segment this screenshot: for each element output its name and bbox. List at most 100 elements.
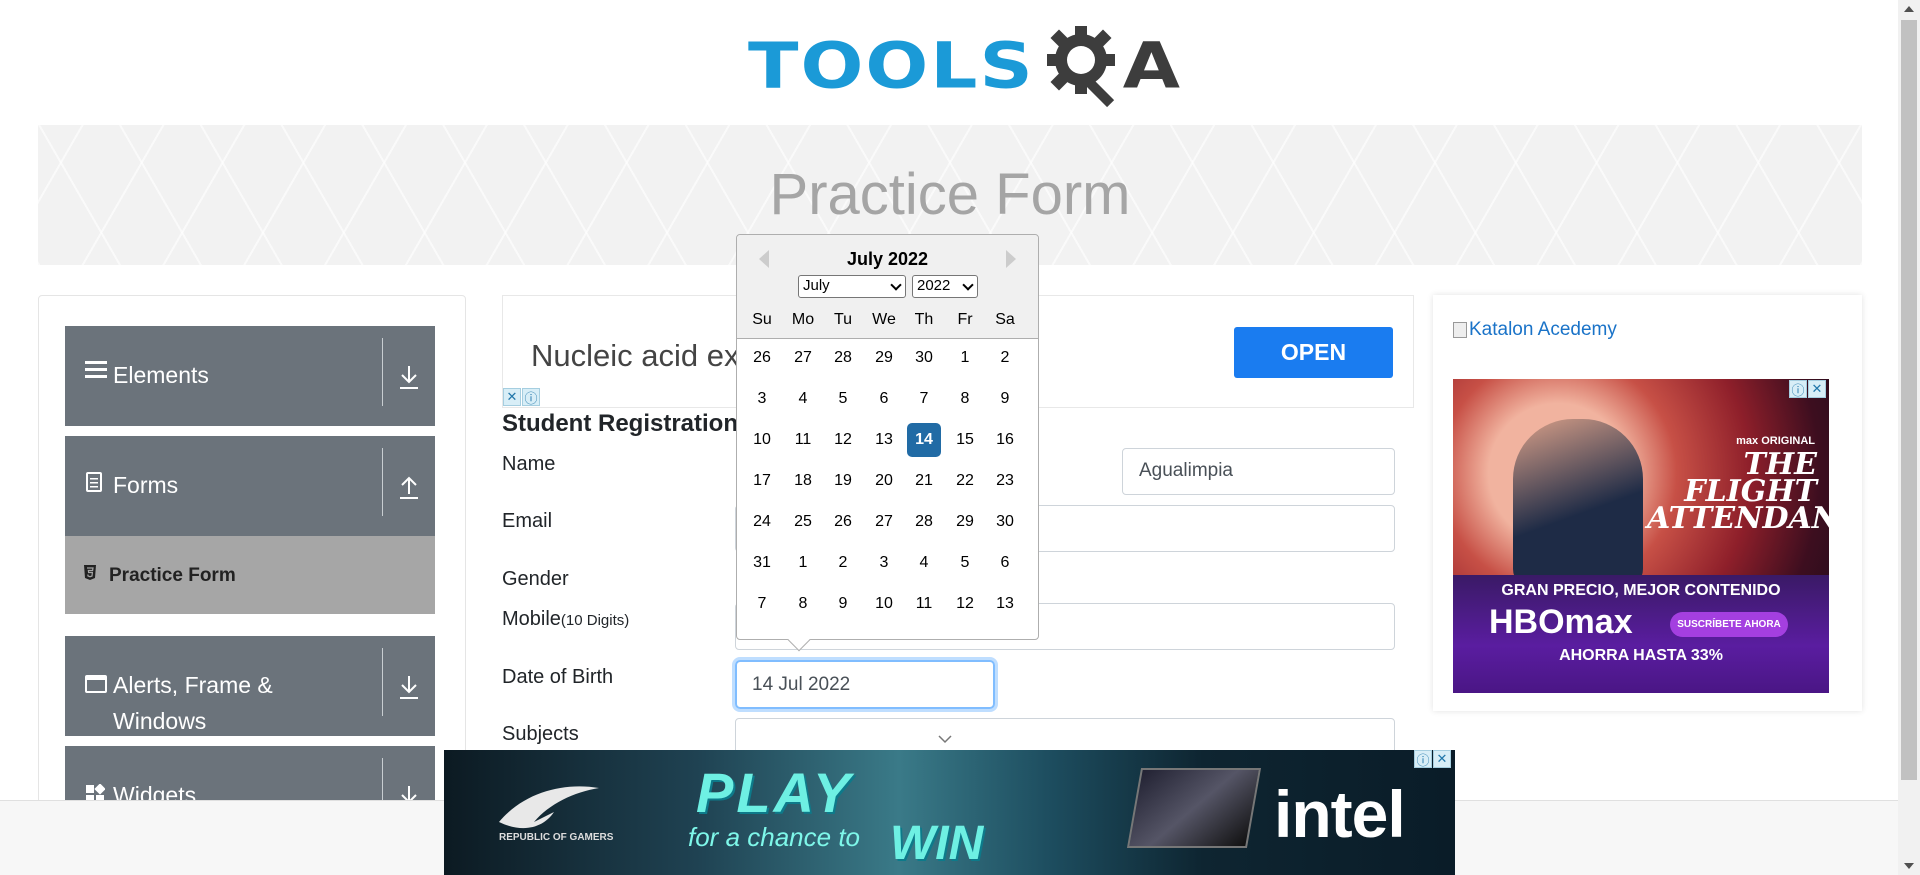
ad-info-icon[interactable]: ⓘ — [1414, 750, 1432, 768]
download-arrow-icon[interactable] — [391, 360, 427, 396]
calendar-day[interactable]: 26 — [826, 505, 860, 539]
last-name-input[interactable]: Agualimpia — [1122, 448, 1395, 495]
hbomax-ad-image[interactable]: max ORIGINAL THE FLIGHT ATTENDANT GRAN P… — [1453, 379, 1829, 693]
page: TOOLS A Practice Form Elements Forms Pra… — [0, 0, 1920, 875]
sidebar-group-alerts[interactable]: Alerts, Frame & Windows — [65, 636, 435, 736]
calendar-day[interactable]: 4 — [907, 546, 941, 580]
name-label: Name — [502, 453, 556, 475]
ad-line-2: AHORRA HASTA 33% — [1559, 647, 1723, 664]
sidebar-item-practice-form[interactable]: Practice Form — [65, 536, 435, 614]
calendar-day[interactable]: 28 — [826, 341, 860, 375]
ad-info-icon[interactable]: ⓘ — [1789, 380, 1807, 398]
calendar-day[interactable]: 29 — [867, 341, 901, 375]
calendar-day[interactable]: 24 — [745, 505, 779, 539]
right-ad[interactable]: Katalon Acedemy max ORIGINAL THE FLIGHT … — [1433, 295, 1862, 711]
calendar-day[interactable]: 29 — [948, 505, 982, 539]
calendar-day[interactable]: 27 — [867, 505, 901, 539]
calendar-day[interactable]: 30 — [988, 505, 1022, 539]
sidebar-group-label: Elements — [113, 362, 209, 388]
calendar-day[interactable]: 7 — [907, 382, 941, 416]
hamburger-icon — [85, 359, 107, 385]
ad-choices[interactable]: ⓘ ✕ — [1789, 380, 1826, 398]
calendar-day[interactable]: 22 — [948, 464, 982, 498]
scroll-up-arrow-icon[interactable] — [1904, 6, 1914, 12]
ad-win-text: WIN — [890, 817, 984, 870]
chevron-down-icon[interactable] — [936, 730, 954, 748]
calendar-day[interactable]: 6 — [988, 546, 1022, 580]
calendar-day[interactable]: 9 — [826, 587, 860, 621]
ad-person-figure — [1513, 419, 1643, 589]
calendar-day[interactable]: 12 — [826, 423, 860, 457]
calendar-day[interactable]: 17 — [745, 464, 779, 498]
calendar-day[interactable]: 10 — [867, 587, 901, 621]
divider — [382, 338, 383, 406]
next-month-button[interactable] — [1006, 250, 1016, 268]
calendar-day[interactable]: 13 — [988, 587, 1022, 621]
calendar-day[interactable]: 9 — [988, 382, 1022, 416]
calendar-day[interactable]: 7 — [745, 587, 779, 621]
mobile-label-text: Mobile — [502, 608, 561, 630]
scroll-down-arrow-icon[interactable] — [1904, 863, 1914, 869]
month-select-value: July — [803, 277, 830, 294]
calendar-day[interactable]: 5 — [948, 546, 982, 580]
weekday-label: We — [872, 311, 896, 328]
calendar-day[interactable]: 8 — [948, 382, 982, 416]
ad-open-button[interactable]: OPEN — [1234, 327, 1393, 378]
calendar-day[interactable]: 2 — [826, 546, 860, 580]
year-select[interactable]: 2022 — [912, 275, 978, 298]
toolsqa-logo[interactable]: TOOLS A — [748, 18, 1180, 114]
ad-cta-button[interactable]: SUSCRÍBETE AHORA — [1670, 612, 1788, 637]
calendar-day[interactable]: 15 — [948, 423, 982, 457]
calendar-day[interactable]: 5 — [826, 382, 860, 416]
ad-choices[interactable]: ✕ ⓘ — [503, 388, 540, 406]
calendar-day[interactable]: 30 — [907, 341, 941, 375]
gender-label: Gender — [502, 568, 569, 590]
year-select-value: 2022 — [917, 277, 951, 294]
calendar-day[interactable]: 1 — [786, 546, 820, 580]
calendar-day[interactable]: 20 — [867, 464, 901, 498]
sidebar-group-label-line2: Windows — [113, 708, 207, 734]
page-scrollbar[interactable] — [1898, 0, 1920, 875]
ad-close-icon[interactable]: ✕ — [503, 388, 521, 406]
calendar-day[interactable]: 26 — [745, 341, 779, 375]
calendar-day[interactable]: 3 — [867, 546, 901, 580]
calendar-day[interactable]: 10 — [745, 423, 779, 457]
scrollbar-thumb[interactable] — [1901, 20, 1917, 780]
calendar-day[interactable]: 16 — [988, 423, 1022, 457]
broken-image-link[interactable]: Katalon Acedemy — [1453, 319, 1617, 341]
calendar-day[interactable]: 27 — [786, 341, 820, 375]
bottom-ad[interactable]: REPUBLIC OF GAMERS PLAY for a chance to … — [444, 750, 1455, 875]
calendar-day[interactable]: 23 — [988, 464, 1022, 498]
month-select[interactable]: July — [798, 275, 906, 298]
calendar-day[interactable]: 6 — [867, 382, 901, 416]
calendar-day[interactable]: 3 — [745, 382, 779, 416]
calendar-day[interactable]: 4 — [786, 382, 820, 416]
calendar-day[interactable]: 1 — [948, 341, 982, 375]
calendar-day[interactable]: 18 — [786, 464, 820, 498]
calendar-day[interactable]: 19 — [826, 464, 860, 498]
sidebar-group-label: Alerts, Frame & — [113, 672, 273, 698]
calendar-day[interactable]: 2 — [988, 341, 1022, 375]
ad-close-icon[interactable]: ✕ — [1808, 380, 1826, 398]
calendar-day[interactable]: 25 — [786, 505, 820, 539]
calendar-day[interactable]: 13 — [867, 423, 901, 457]
ad-close-icon[interactable]: ✕ — [1433, 750, 1451, 768]
ad-for-a-chance-text: for a chance to — [688, 822, 860, 852]
selected-day[interactable]: 14 — [907, 423, 941, 457]
calendar-day[interactable]: 28 — [907, 505, 941, 539]
sidebar-group-elements[interactable]: Elements — [65, 326, 435, 426]
hbomax-logo: HBOmax — [1489, 603, 1633, 641]
calendar-day[interactable]: 11 — [907, 587, 941, 621]
dob-input[interactable]: 14 Jul 2022 — [735, 660, 995, 709]
ad-info-icon[interactable]: ⓘ — [522, 388, 540, 406]
gear-magnifier-icon — [1037, 20, 1129, 112]
ad-choices[interactable]: ⓘ ✕ — [1414, 750, 1451, 768]
download-arrow-icon[interactable] — [391, 670, 427, 706]
sidebar-group-forms[interactable]: Forms — [65, 436, 435, 536]
calendar-day[interactable]: 12 — [948, 587, 982, 621]
calendar-day[interactable]: 21 — [907, 464, 941, 498]
upload-arrow-icon[interactable] — [391, 470, 427, 506]
calendar-day[interactable]: 8 — [786, 587, 820, 621]
calendar-day[interactable]: 31 — [745, 546, 779, 580]
calendar-day[interactable]: 11 — [786, 423, 820, 457]
